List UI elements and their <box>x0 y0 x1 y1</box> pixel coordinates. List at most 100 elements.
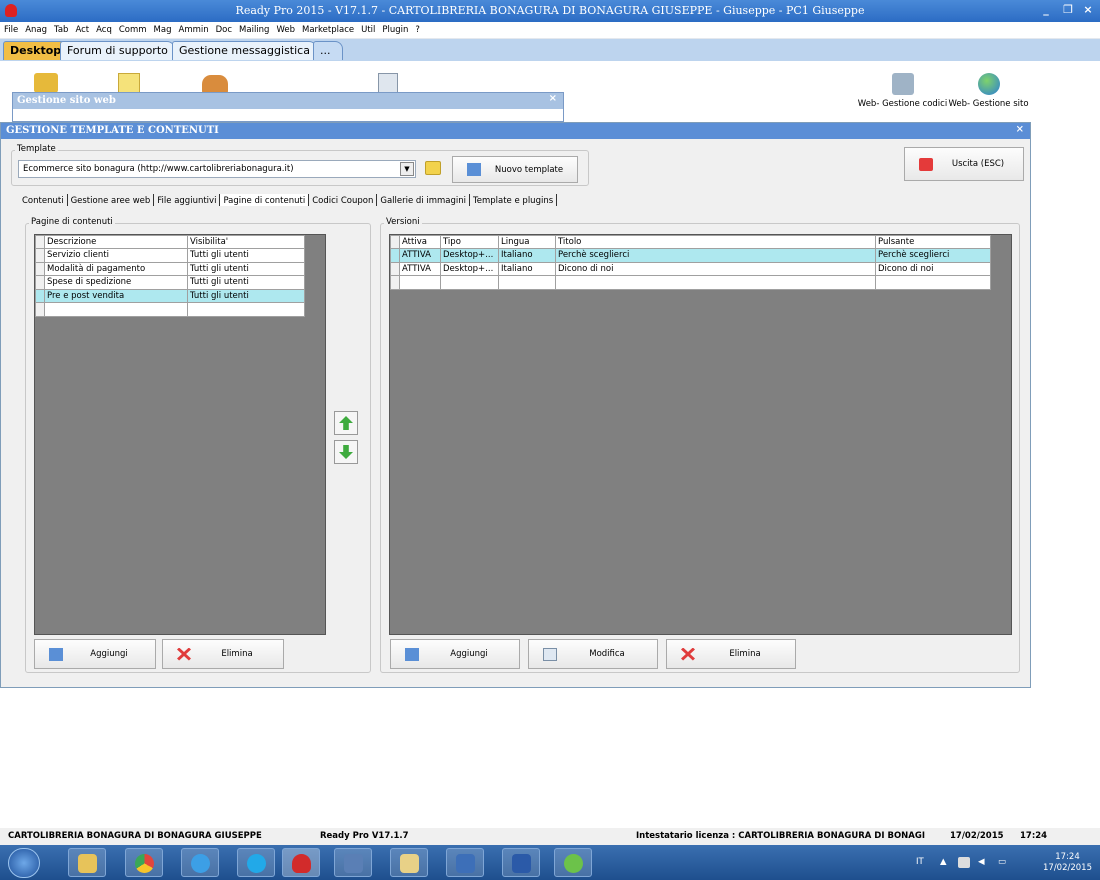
subtab-aree-web[interactable]: Gestione aree web <box>68 194 155 206</box>
arrow-down-icon <box>339 445 353 459</box>
delete-icon <box>681 647 695 661</box>
subtab-codici-coupon[interactable]: Codici Coupon <box>309 194 378 206</box>
menu-help[interactable]: ? <box>411 22 423 35</box>
menu-util[interactable]: Util <box>357 22 378 35</box>
add-icon <box>405 647 419 661</box>
pages-grid[interactable]: Descrizione Visibilita' Servizio clienti T… <box>34 234 326 635</box>
minimize-button[interactable]: _ <box>1036 1 1056 19</box>
tab-forum[interactable]: Forum di supporto <box>60 41 175 60</box>
column-header[interactable]: Tipo <box>440 235 499 249</box>
template-select[interactable]: Ecommerce sito bonagura (http://www.cart… <box>18 160 416 178</box>
folder-icon[interactable] <box>34 73 58 93</box>
web-gestione-codici-shortcut[interactable]: Web- Gestione codici <box>855 69 950 109</box>
table-row-selected[interactable]: Pre e post vendita Tutti gli utenti <box>35 288 305 303</box>
menu-tab[interactable]: Tab <box>50 22 71 35</box>
language-indicator[interactable]: IT <box>916 857 924 867</box>
column-header[interactable]: Visibilita' <box>187 235 305 249</box>
add-page-button[interactable]: Aggiungi <box>34 639 156 669</box>
exit-button[interactable]: Uscita (ESC) <box>904 147 1024 181</box>
menu-comm[interactable]: Comm <box>115 22 150 35</box>
menu-ammin[interactable]: Ammin <box>175 22 212 35</box>
menu-marketplace[interactable]: Marketplace <box>298 22 357 35</box>
tab-more[interactable]: ... <box>313 41 343 60</box>
network-tray-icon[interactable]: ▭ <box>998 857 1006 867</box>
subtab-contenuti[interactable]: Contenuti <box>19 194 68 206</box>
taskbar-word[interactable] <box>502 848 540 877</box>
close-icon[interactable]: × <box>549 93 557 104</box>
edit-version-button[interactable]: Modifica <box>528 639 658 669</box>
taskbar-skype[interactable] <box>237 848 275 877</box>
pages-group-label: Pagine di contenuti <box>29 217 115 227</box>
subtab-pagine-contenuti[interactable]: Pagine di contenuti <box>220 194 310 206</box>
taskbar-ie[interactable] <box>181 848 219 877</box>
menu-file[interactable]: File <box>0 22 21 35</box>
start-button[interactable] <box>8 848 40 878</box>
table-row-selected[interactable]: ATTIVA Desktop+... Italiano Perchè sceglier… <box>390 248 991 263</box>
taskbar-remote[interactable] <box>446 848 484 877</box>
close-icon[interactable]: × <box>1016 124 1024 135</box>
web-gestione-sito-shortcut[interactable]: Web- Gestione sito <box>941 69 1036 109</box>
open-folder-icon[interactable] <box>425 161 441 175</box>
move-down-button[interactable] <box>334 440 358 464</box>
taskbar-explorer[interactable] <box>68 848 106 877</box>
menu-doc[interactable]: Doc <box>212 22 235 35</box>
close-button[interactable]: × <box>1078 1 1098 19</box>
table-row[interactable]: ATTIVA Desktop+... Italiano Dicono di noi Di… <box>390 261 991 276</box>
taskbar-readypro[interactable] <box>282 848 320 877</box>
menu-acq[interactable]: Acq <box>92 22 115 35</box>
menu-anag[interactable]: Anag <box>21 22 50 35</box>
taskbar-chrome[interactable] <box>125 848 163 877</box>
delete-version-button[interactable]: Elimina <box>666 639 796 669</box>
menu-plugin[interactable]: Plugin <box>378 22 411 35</box>
menu-mailing[interactable]: Mailing <box>235 22 272 35</box>
taskbar-network[interactable] <box>334 848 372 877</box>
menu-bar: File Anag Tab Act Acq Comm Mag Ammin Doc Mailing W… <box>0 22 1100 39</box>
table-row[interactable]: Modalità di pagamento Tutti gli utenti <box>35 261 305 276</box>
cell: ATTIVA <box>399 261 441 276</box>
arrow-up-icon <box>339 416 353 430</box>
column-header[interactable]: Pulsante <box>875 235 991 249</box>
gestione-sito-web-window[interactable]: Gestione sito web × <box>12 92 564 122</box>
table-row-new[interactable] <box>35 302 305 317</box>
notes-icon[interactable] <box>118 73 140 93</box>
button-label: Aggiungi <box>90 649 128 659</box>
menu-web[interactable]: Web <box>272 22 298 35</box>
delete-page-button[interactable]: Elimina <box>162 639 284 669</box>
tab-messaggistica[interactable]: Gestione messaggistica <box>172 41 317 60</box>
ie-icon <box>191 854 210 873</box>
subtab-gallerie[interactable]: Gallerie di immagini <box>377 194 470 206</box>
column-header[interactable]: Titolo <box>555 235 876 249</box>
cell: Tutti gli utenti <box>187 275 305 290</box>
taskbar-files[interactable] <box>390 848 428 877</box>
tray-expand-icon[interactable]: ▲ <box>940 857 947 867</box>
report-icon[interactable] <box>378 73 398 93</box>
table-row[interactable]: Spese di spedizione Tutti gli utenti <box>35 275 305 290</box>
table-row[interactable]: Servizio clienti Tutti gli utenti <box>35 248 305 263</box>
tab-desktop[interactable]: Desktop <box>3 41 69 60</box>
menu-mag[interactable]: Mag <box>150 22 175 35</box>
users-icon[interactable] <box>202 75 228 93</box>
dialog-titlebar: GESTIONE TEMPLATE E CONTENUTI × <box>1 123 1030 139</box>
cell: Dicono di noi <box>555 261 876 276</box>
column-header[interactable]: Lingua <box>498 235 556 249</box>
clock-time: 17:24 <box>1055 852 1080 862</box>
tray-app-icon[interactable] <box>958 857 970 868</box>
network-icon <box>344 854 363 873</box>
subtab-file-aggiuntivi[interactable]: File aggiuntivi <box>154 194 221 206</box>
subtab-template-plugins[interactable]: Template e plugins <box>470 194 558 206</box>
folder-icon <box>78 854 97 873</box>
gestione-template-dialog: GESTIONE TEMPLATE E CONTENUTI × Template… <box>0 122 1031 688</box>
volume-icon[interactable]: ◀ <box>978 857 985 867</box>
new-template-button[interactable]: Nuovo template <box>452 156 578 183</box>
move-up-button[interactable] <box>334 411 358 435</box>
chevron-down-icon[interactable]: ▼ <box>400 162 414 176</box>
versions-grid[interactable]: Attiva Tipo Lingua Titolo Pulsante ATTIVA Des… <box>389 234 1012 635</box>
add-version-button[interactable]: Aggiungi <box>390 639 520 669</box>
column-header[interactable]: Attiva <box>399 235 441 249</box>
maximize-button[interactable]: ❐ <box>1058 1 1078 19</box>
table-row-new[interactable] <box>390 275 991 290</box>
taskbar-app[interactable] <box>554 848 592 877</box>
column-header[interactable]: Descrizione <box>44 235 188 249</box>
taskbar-clock[interactable]: 17:24 17/02/2015 <box>1043 852 1092 874</box>
menu-act[interactable]: Act <box>71 22 92 35</box>
